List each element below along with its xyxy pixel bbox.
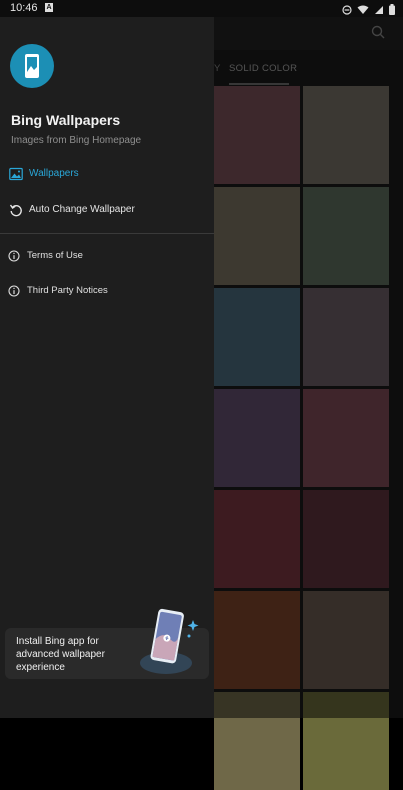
nav-item-label: Wallpapers	[29, 168, 79, 179]
color-swatch[interactable]	[303, 288, 389, 386]
color-swatch[interactable]	[303, 86, 389, 184]
refresh-icon	[9, 203, 23, 217]
battery-icon	[389, 2, 395, 20]
status-bar: 10:46 A	[0, 0, 403, 17]
install-bing-promo[interactable]: Install Bing app for advanced wallpaper …	[5, 608, 209, 679]
color-swatch[interactable]	[303, 490, 389, 588]
app-logo	[10, 44, 54, 88]
wifi-icon	[357, 2, 369, 20]
color-swatch[interactable]	[214, 86, 300, 184]
status-icons	[342, 2, 395, 20]
nav-item-label: Auto Change Wallpaper	[29, 204, 135, 215]
color-swatch[interactable]	[214, 490, 300, 588]
color-swatch[interactable]	[303, 389, 389, 487]
nav-item-terms-of-use[interactable]: Terms of Use	[0, 244, 214, 270]
color-swatch[interactable]	[214, 591, 300, 689]
nav-item-label: Terms of Use	[27, 250, 83, 261]
signal-icon	[374, 2, 384, 20]
status-time: 10:46	[10, 2, 38, 14]
app-title: Bing Wallpapers	[11, 112, 121, 128]
notification-icon: A	[45, 3, 53, 12]
info-icon	[8, 284, 20, 297]
info-icon	[8, 249, 20, 262]
search-icon[interactable]	[371, 25, 385, 39]
color-swatch[interactable]	[214, 288, 300, 386]
nav-item-third-party-notices[interactable]: Third Party Notices	[0, 279, 214, 305]
search-bar[interactable]	[210, 17, 403, 50]
color-swatch[interactable]	[214, 389, 300, 487]
phone-image-icon	[25, 54, 39, 78]
color-swatch[interactable]	[303, 591, 389, 689]
app-subtitle: Images from Bing Homepage	[11, 135, 142, 146]
color-swatch[interactable]	[303, 692, 389, 790]
image-icon	[9, 167, 23, 181]
navigation-drawer: Bing Wallpapers Images from Bing Homepag…	[0, 17, 214, 718]
color-swatch[interactable]	[214, 187, 300, 285]
tab-solid-color[interactable]: SOLID COLOR	[229, 63, 297, 74]
category-tabs: Y SOLID COLOR	[210, 53, 403, 85]
tab-indicator	[229, 83, 289, 85]
nav-item-label: Third Party Notices	[27, 285, 108, 296]
nav-item-wallpapers[interactable]: Wallpapers	[0, 160, 214, 190]
color-swatch[interactable]	[303, 187, 389, 285]
tab-previous[interactable]: Y	[214, 63, 220, 74]
drawer-divider	[0, 233, 214, 234]
color-swatch[interactable]	[214, 692, 300, 790]
promo-text: Install Bing app for advanced wallpaper …	[16, 636, 105, 673]
phone-illustration	[136, 608, 201, 678]
nav-item-auto-change-wallpaper[interactable]: Auto Change Wallpaper	[0, 196, 214, 226]
do-not-disturb-icon	[342, 2, 352, 20]
